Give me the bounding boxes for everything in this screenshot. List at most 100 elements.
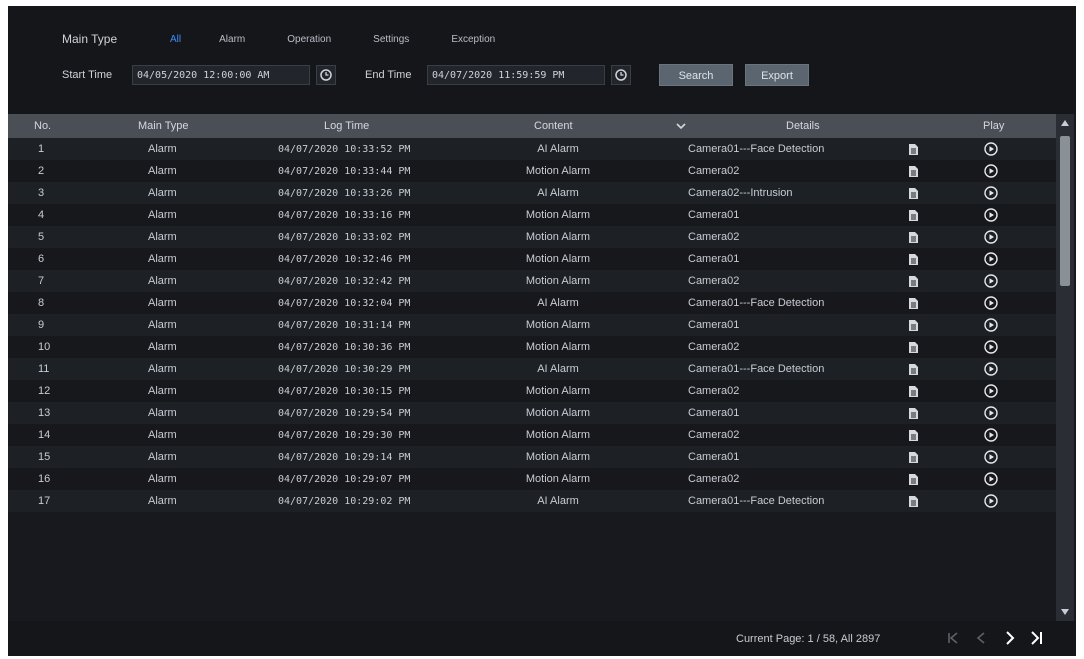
row-play-button[interactable] [984, 380, 998, 402]
row-play-button[interactable] [984, 314, 998, 336]
row-details-button[interactable] [908, 380, 919, 402]
table-row[interactable]: 17 Alarm 04/07/2020 10:29:02 PM AI Alarm Cam… [8, 490, 1056, 512]
row-play-button[interactable] [984, 424, 998, 446]
content-filter-dropdown[interactable] [676, 114, 686, 138]
column-header-play[interactable]: Play [983, 114, 1004, 138]
play-circle-icon [984, 428, 998, 442]
row-content: AI Alarm [537, 363, 579, 375]
row-details-button[interactable] [908, 204, 919, 226]
search-button[interactable]: Search [659, 64, 733, 86]
row-play-button[interactable] [984, 468, 998, 490]
scroll-down-button[interactable] [1058, 605, 1072, 619]
row-content: Motion Alarm [525, 473, 591, 485]
row-details-button[interactable] [908, 248, 919, 270]
document-icon [909, 429, 918, 441]
row-details-button[interactable] [908, 292, 919, 314]
scrollbar-thumb[interactable] [1060, 136, 1070, 286]
table-row[interactable]: 6 Alarm 04/07/2020 10:32:46 PM Motion Alarm… [8, 248, 1056, 270]
table-row[interactable]: 12 Alarm 04/07/2020 10:30:15 PM Motion Alar… [8, 380, 1056, 402]
document-icon [909, 165, 918, 177]
row-play-button[interactable] [984, 292, 998, 314]
row-play-button[interactable] [984, 358, 998, 380]
row-number: 15 [38, 451, 51, 463]
document-icon [909, 319, 918, 331]
type-option-all[interactable]: All [170, 34, 181, 45]
scroll-up-button[interactable] [1058, 116, 1072, 130]
row-details-button[interactable] [908, 226, 919, 248]
column-header-details[interactable]: Details [786, 114, 820, 138]
row-details-button[interactable] [908, 160, 919, 182]
document-icon [909, 187, 918, 199]
row-details-button[interactable] [908, 314, 919, 336]
row-play-button[interactable] [984, 182, 998, 204]
row-play-button[interactable] [984, 248, 998, 270]
row-number: 8 [38, 297, 45, 309]
type-option-exception[interactable]: Exception [451, 34, 495, 45]
table-row[interactable]: 14 Alarm 04/07/2020 10:29:30 PM Motion Alar… [8, 424, 1056, 446]
row-play-button[interactable] [984, 138, 998, 160]
row-details-button[interactable] [908, 468, 919, 490]
table-row[interactable]: 8 Alarm 04/07/2020 10:32:04 PM AI Alarm Came… [8, 292, 1056, 314]
row-details-button[interactable] [908, 138, 919, 160]
table-row[interactable]: 11 Alarm 04/07/2020 10:30:29 PM AI Alarm Cam… [8, 358, 1056, 380]
table-row[interactable]: 10 Alarm 04/07/2020 10:30:36 PM Motion Alar… [8, 336, 1056, 358]
row-play-button[interactable] [984, 402, 998, 424]
table-row[interactable]: 2 Alarm 04/07/2020 10:33:44 PM Motion Alarm… [8, 160, 1056, 182]
row-details-button[interactable] [908, 446, 919, 468]
column-header-main-type[interactable]: Main Type [138, 114, 189, 138]
first-page-button[interactable] [944, 629, 962, 647]
row-play-button[interactable] [984, 336, 998, 358]
row-details-button[interactable] [908, 490, 919, 512]
column-header-content[interactable]: Content [534, 114, 573, 138]
type-option-operation[interactable]: Operation [287, 34, 331, 45]
end-time-field[interactable]: 04/07/2020 11:59:59 PM [427, 65, 605, 85]
table-row[interactable]: 7 Alarm 04/07/2020 10:32:42 PM Motion Alarm… [8, 270, 1056, 292]
next-page-button[interactable] [1001, 629, 1019, 647]
column-header-no[interactable]: No. [34, 114, 51, 138]
row-number: 14 [38, 429, 51, 441]
row-log-time: 04/07/2020 10:30:36 PM [278, 341, 411, 353]
row-content: Motion Alarm [525, 385, 591, 397]
table-row[interactable]: 5 Alarm 04/07/2020 10:33:02 PM Motion Alarm… [8, 226, 1056, 248]
table-row[interactable]: 13 Alarm 04/07/2020 10:29:54 PM Motion Alar… [8, 402, 1056, 424]
row-details: Camera01---Face Detection [688, 363, 825, 375]
export-button[interactable]: Export [745, 64, 809, 86]
column-header-log-time[interactable]: Log Time [324, 114, 369, 138]
row-details-button[interactable] [908, 358, 919, 380]
row-number: 9 [38, 319, 45, 331]
end-time-picker-button[interactable] [611, 65, 631, 85]
row-number: 7 [38, 275, 45, 287]
table-row[interactable]: 9 Alarm 04/07/2020 10:31:14 PM Motion Alarm… [8, 314, 1056, 336]
start-time-field[interactable]: 04/05/2020 12:00:00 AM [132, 65, 310, 85]
table-row[interactable]: 3 Alarm 04/07/2020 10:33:26 PM AI Alarm Came… [8, 182, 1056, 204]
table-row[interactable]: 1 Alarm 04/07/2020 10:33:52 PM AI Alarm Came… [8, 138, 1056, 160]
row-log-time: 04/07/2020 10:33:02 PM [278, 231, 411, 243]
document-icon [909, 297, 918, 309]
table-scrollbar[interactable] [1056, 114, 1074, 621]
start-time-picker-button[interactable] [316, 65, 336, 85]
row-details-button[interactable] [908, 402, 919, 424]
row-play-button[interactable] [984, 160, 998, 182]
table-row[interactable]: 16 Alarm 04/07/2020 10:29:07 PM Motion Alar… [8, 468, 1056, 490]
row-play-button[interactable] [984, 490, 998, 512]
row-play-button[interactable] [984, 204, 998, 226]
play-circle-icon [984, 142, 998, 156]
row-details: Camera02---Intrusion [688, 187, 793, 199]
type-option-settings[interactable]: Settings [373, 34, 409, 45]
type-option-alarm[interactable]: Alarm [219, 34, 245, 45]
row-play-button[interactable] [984, 226, 998, 248]
prev-page-button[interactable] [972, 629, 990, 647]
row-play-button[interactable] [984, 446, 998, 468]
table-row[interactable]: 4 Alarm 04/07/2020 10:33:16 PM Motion Alarm… [8, 204, 1056, 226]
row-play-button[interactable] [984, 270, 998, 292]
row-details-button[interactable] [908, 182, 919, 204]
row-log-time: 04/07/2020 10:33:16 PM [278, 209, 411, 221]
row-details-button[interactable] [908, 336, 919, 358]
table-row[interactable]: 15 Alarm 04/07/2020 10:29:14 PM Motion Alar… [8, 446, 1056, 468]
log-search-window: Main Type All Alarm Operation Settings E… [8, 6, 1076, 656]
row-details-button[interactable] [908, 270, 919, 292]
row-content: Motion Alarm [525, 451, 591, 463]
last-page-button[interactable] [1028, 629, 1046, 647]
row-details-button[interactable] [908, 424, 919, 446]
row-log-time: 04/07/2020 10:32:46 PM [278, 253, 411, 265]
